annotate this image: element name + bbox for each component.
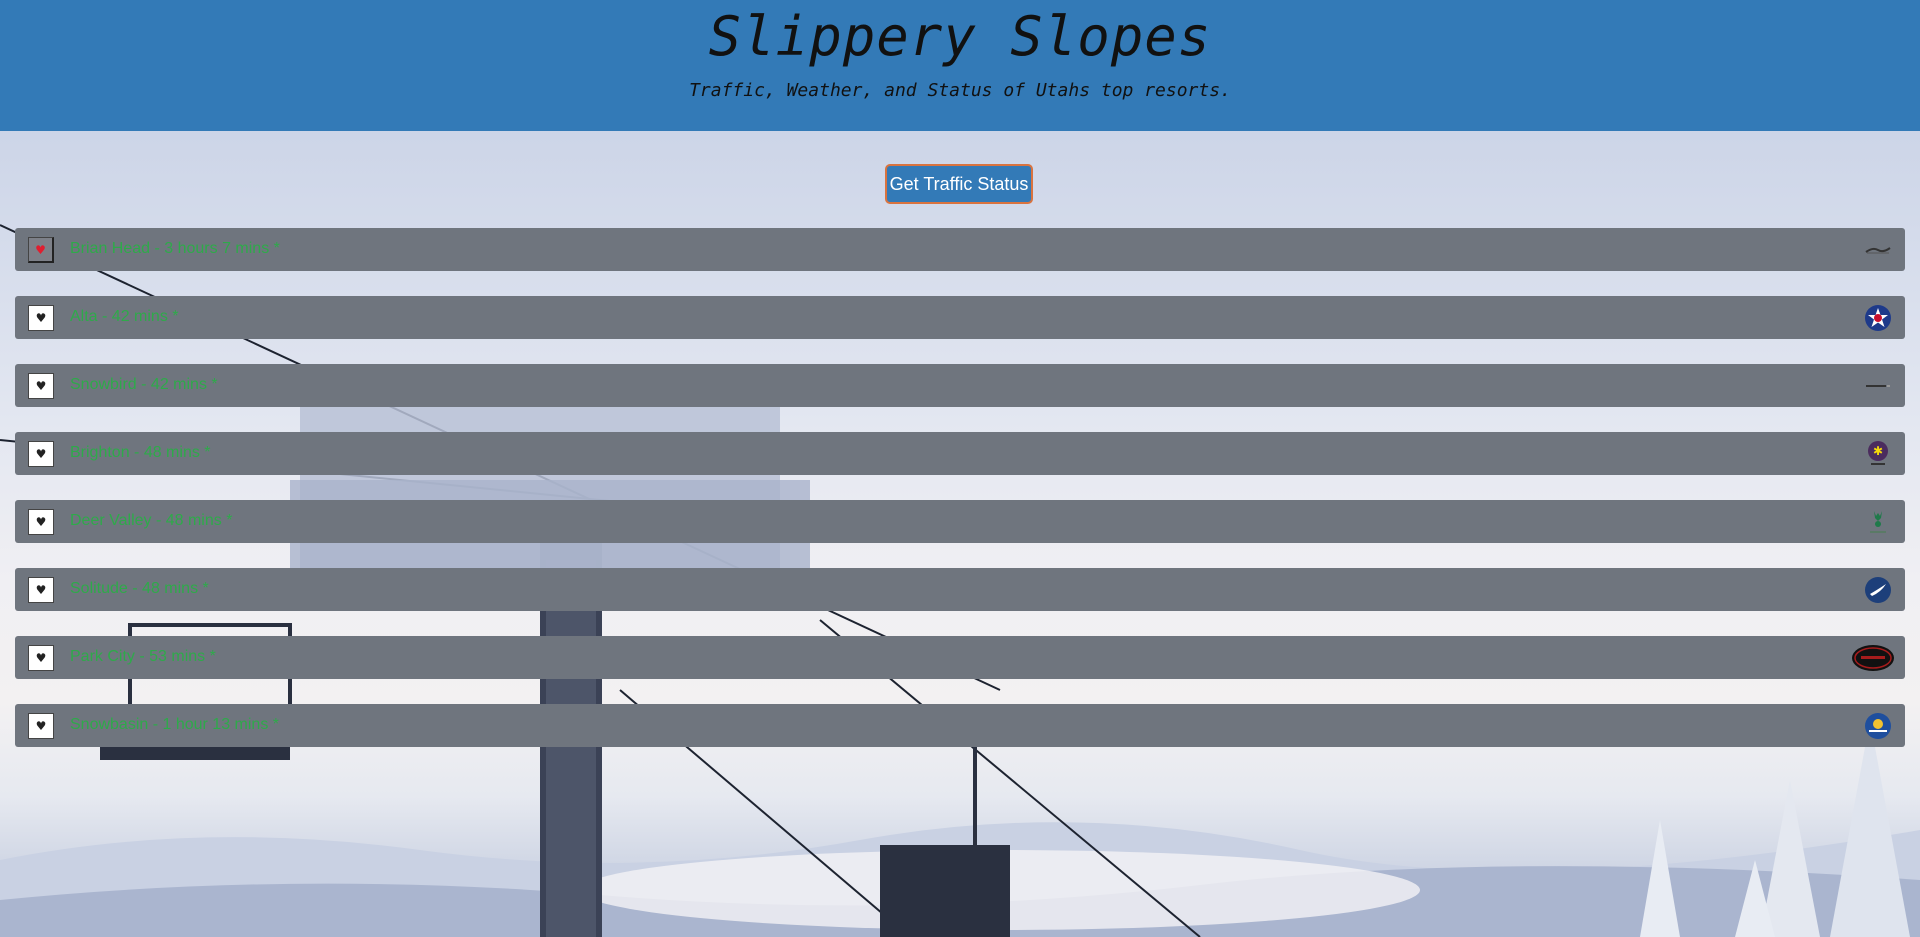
favorite-toggle-alta[interactable]: ♥	[28, 305, 54, 331]
resort-row-brighton: ♥ Brighton - 48 mins * ✱	[15, 432, 1905, 475]
resort-row-solitude: ♥ Solitude - 48 mins *	[15, 568, 1905, 611]
resort-info-snowbird: Snowbird - 42 mins *	[70, 376, 218, 393]
deer-valley-logo-icon	[1863, 507, 1893, 537]
snowbird-logo-icon	[1863, 371, 1893, 401]
alta-logo-icon	[1863, 303, 1893, 333]
resort-row-deer-valley: ♥ Deer Valley - 48 mins *	[15, 500, 1905, 543]
brighton-logo-icon: ✱	[1863, 439, 1893, 469]
heart-icon: ♥	[35, 583, 47, 597]
resort-info-brighton: Brighton - 48 mins *	[70, 444, 211, 461]
heart-icon: ♥	[35, 311, 47, 325]
resort-info-brian-head: Brian Head - 3 hours 7 mins *	[70, 240, 280, 257]
resort-info-solitude: Solitude - 48 mins *	[70, 580, 209, 597]
resort-row-brian-head: ♥ Brian Head - 3 hours 7 mins *	[15, 228, 1905, 271]
resort-info-deer-valley: Deer Valley - 48 mins *	[70, 512, 233, 529]
resort-list: ♥ Brian Head - 3 hours 7 mins * ♥ Alta -…	[15, 228, 1905, 772]
favorite-toggle-park-city[interactable]: ♥	[28, 645, 54, 671]
favorite-toggle-snowbird[interactable]: ♥	[28, 373, 54, 399]
favorite-toggle-snowbasin[interactable]: ♥	[28, 713, 54, 739]
heart-icon: ♥	[35, 379, 47, 393]
resort-info-park-city: Park City - 53 mins *	[70, 648, 216, 665]
site-subtitle: Traffic, Weather, and Status of Utahs to…	[689, 80, 1231, 101]
resort-row-snowbasin: ♥ Snowbasin - 1 hour 13 mins *	[15, 704, 1905, 747]
solitude-logo-icon	[1863, 575, 1893, 605]
heart-icon: ♥	[35, 447, 47, 461]
brian-head-logo-icon	[1863, 235, 1893, 265]
svg-text:✱: ✱	[1873, 444, 1883, 458]
site-header: Slippery Slopes Traffic, Weather, and St…	[0, 0, 1920, 131]
heart-icon: ♥	[35, 719, 47, 733]
park-city-logo-icon	[1851, 643, 1895, 673]
resort-row-alta: ♥ Alta - 42 mins *	[15, 296, 1905, 339]
heart-icon: ♥	[35, 515, 47, 529]
heart-icon: ♥	[35, 242, 46, 257]
favorite-toggle-solitude[interactable]: ♥	[28, 577, 54, 603]
resort-info-alta: Alta - 42 mins *	[70, 308, 179, 325]
favorite-toggle-deer-valley[interactable]: ♥	[28, 509, 54, 535]
get-traffic-status-button[interactable]: Get Traffic Status	[885, 164, 1033, 204]
snowbasin-logo-icon	[1863, 711, 1893, 741]
heart-icon: ♥	[35, 651, 47, 665]
resort-info-snowbasin: Snowbasin - 1 hour 13 mins *	[70, 716, 279, 733]
favorite-toggle-brian-head[interactable]: ♥	[28, 237, 54, 263]
resort-row-snowbird: ♥ Snowbird - 42 mins *	[15, 364, 1905, 407]
resort-row-park-city: ♥ Park City - 53 mins *	[15, 636, 1905, 679]
site-title: Slippery Slopes	[708, 5, 1212, 68]
favorite-toggle-brighton[interactable]: ♥	[28, 441, 54, 467]
